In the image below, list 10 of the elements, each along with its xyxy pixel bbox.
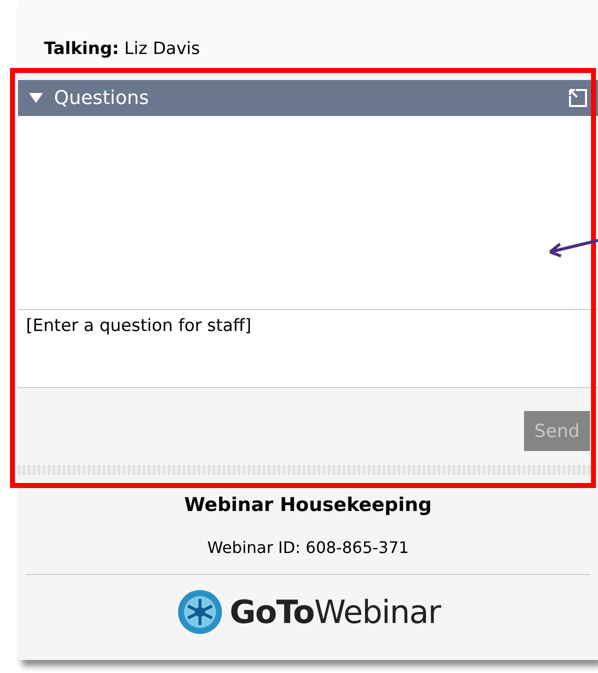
triangle-icon: [29, 93, 43, 103]
talking-status: Talking: Liz Davis: [44, 38, 200, 60]
question-input[interactable]: [Enter a question for staff]: [18, 310, 598, 388]
logo-wordmark: GoToWebinar: [230, 592, 440, 632]
collapse-toggle[interactable]: [28, 92, 44, 104]
resize-grip[interactable]: [18, 465, 598, 475]
footer-title: Webinar Housekeeping: [184, 493, 432, 518]
panel-title: Questions: [54, 86, 149, 111]
webinar-id: Webinar ID: 608-865-371: [207, 536, 409, 558]
popout-icon[interactable]: [568, 88, 588, 108]
